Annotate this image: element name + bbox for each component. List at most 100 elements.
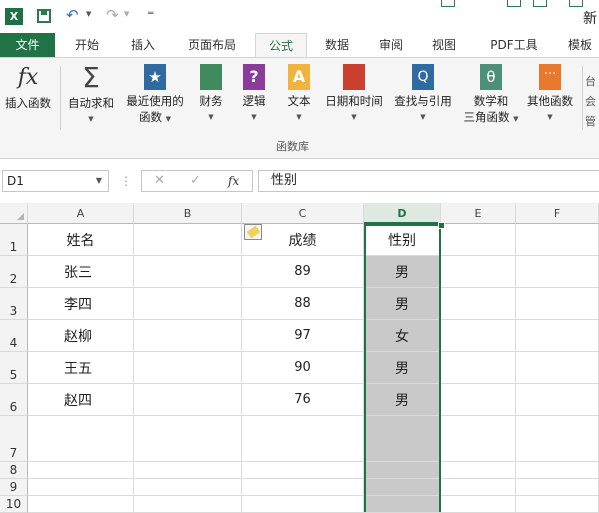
defined-names-edge[interactable]: 台 会 管 [585,72,599,132]
window-control-icon[interactable] [569,0,583,7]
cell-a3[interactable]: 李四 [28,288,134,320]
cell-f1[interactable] [516,224,599,256]
cell-d1[interactable]: 性别 [364,224,441,256]
cell-f2[interactable] [516,256,599,288]
autosum-button[interactable]: Σ 自动求和 ▼ [64,64,118,127]
cell-b9[interactable] [134,479,242,496]
cell-f9[interactable] [516,479,599,496]
row-header[interactable]: 1 [0,224,28,256]
select-all-button[interactable] [0,203,28,224]
tab-insert[interactable]: 插入 [120,33,166,57]
tab-templates[interactable]: 模板 [560,33,599,57]
cell-a7[interactable] [28,416,134,462]
cell-b1[interactable] [134,224,242,256]
row-header[interactable]: 9 [0,479,28,496]
cell-c10[interactable] [242,496,364,513]
cell-b3[interactable] [134,288,242,320]
math-trig-button[interactable]: θ 数学和 三角函数 ▼ [460,64,522,127]
enter-icon[interactable]: ✓ [190,173,201,188]
cell-d5[interactable]: 男 [364,352,441,384]
cell-b2[interactable] [134,256,242,288]
cell-b6[interactable] [134,384,242,416]
logical-button[interactable]: ? 逻辑 ▼ [234,64,274,125]
cell-f5[interactable] [516,352,599,384]
column-header-e[interactable]: E [441,203,516,224]
customize-toolbar-icon[interactable]: ═ [148,9,153,19]
row-header[interactable]: 7 [0,416,28,462]
column-header-c[interactable]: C [242,203,364,224]
cell-f10[interactable] [516,496,599,513]
tab-page-layout[interactable]: 页面布局 [176,33,248,57]
cell-d4[interactable]: 女 [364,320,441,352]
undo-icon[interactable]: ↶ [66,6,79,24]
cell-e7[interactable] [441,416,516,462]
tab-home[interactable]: 开始 [64,33,110,57]
cell-e4[interactable] [441,320,516,352]
redo-dropdown-icon[interactable]: ▼ [124,10,129,18]
chevron-down-icon[interactable]: ▼ [96,171,102,191]
cell-c5[interactable]: 90 [242,352,364,384]
row-header[interactable]: 2 [0,256,28,288]
tab-view[interactable]: 视图 [421,33,467,57]
cell-d3[interactable]: 男 [364,288,441,320]
row-header[interactable]: 10 [0,496,28,513]
column-header-b[interactable]: B [134,203,242,224]
recent-functions-button[interactable]: ★ 最近使用的 函数 ▼ [122,64,188,127]
cell-c7[interactable] [242,416,364,462]
column-header-d[interactable]: D [364,203,441,224]
cell-e8[interactable] [441,462,516,479]
lookup-reference-button[interactable]: Q 查找与引用 ▼ [390,64,456,125]
row-header[interactable]: 8 [0,462,28,479]
cell-d6[interactable]: 男 [364,384,441,416]
window-control-icon[interactable] [533,0,547,7]
cell-a1[interactable]: 姓名 [28,224,134,256]
cell-f4[interactable] [516,320,599,352]
cell-c2[interactable]: 89 [242,256,364,288]
cell-c3[interactable]: 88 [242,288,364,320]
text-button[interactable]: A 文本 ▼ [279,64,319,125]
cell-f6[interactable] [516,384,599,416]
cell-b5[interactable] [134,352,242,384]
cell-e3[interactable] [441,288,516,320]
cell-f3[interactable] [516,288,599,320]
cell-c9[interactable] [242,479,364,496]
cell-e5[interactable] [441,352,516,384]
cell-b4[interactable] [134,320,242,352]
formula-bar-grip-icon[interactable]: ⋮ [120,174,132,188]
fill-handle[interactable] [438,222,445,229]
cell-f7[interactable] [516,416,599,462]
tab-file[interactable]: 文件 [0,33,55,57]
cell-d2[interactable]: 男 [364,256,441,288]
row-header[interactable]: 4 [0,320,28,352]
undo-dropdown-icon[interactable]: ▼ [86,10,91,18]
window-control-icon[interactable] [507,0,521,7]
cell-e2[interactable] [441,256,516,288]
cell-c8[interactable] [242,462,364,479]
cell-a5[interactable]: 王五 [28,352,134,384]
insert-function-button[interactable]: fx 插入函数 [0,64,56,111]
tab-formulas[interactable]: 公式 [255,33,307,57]
cell-c6[interactable]: 76 [242,384,364,416]
column-header-f[interactable]: F [516,203,599,224]
cell-b10[interactable] [134,496,242,513]
tab-data[interactable]: 数据 [314,33,360,57]
cell-b8[interactable] [134,462,242,479]
cell-d8[interactable] [364,462,441,479]
cell-d10[interactable] [364,496,441,513]
cell-e10[interactable] [441,496,516,513]
cell-c4[interactable]: 97 [242,320,364,352]
cell-a4[interactable]: 赵柳 [28,320,134,352]
cell-f8[interactable] [516,462,599,479]
cell-a9[interactable] [28,479,134,496]
row-header[interactable]: 5 [0,352,28,384]
datetime-button[interactable]: 日期和时间 ▼ [321,64,387,125]
column-header-a[interactable]: A [28,203,134,224]
cell-d7[interactable] [364,416,441,462]
name-box[interactable]: D1 ▼ [2,170,109,192]
formula-input[interactable]: 性别 [258,170,599,192]
save-icon[interactable] [37,9,51,23]
financial-button[interactable]: 财务 ▼ [192,64,230,125]
tab-review[interactable]: 审阅 [368,33,414,57]
redo-icon[interactable]: ↷ [106,6,119,24]
cell-a10[interactable] [28,496,134,513]
